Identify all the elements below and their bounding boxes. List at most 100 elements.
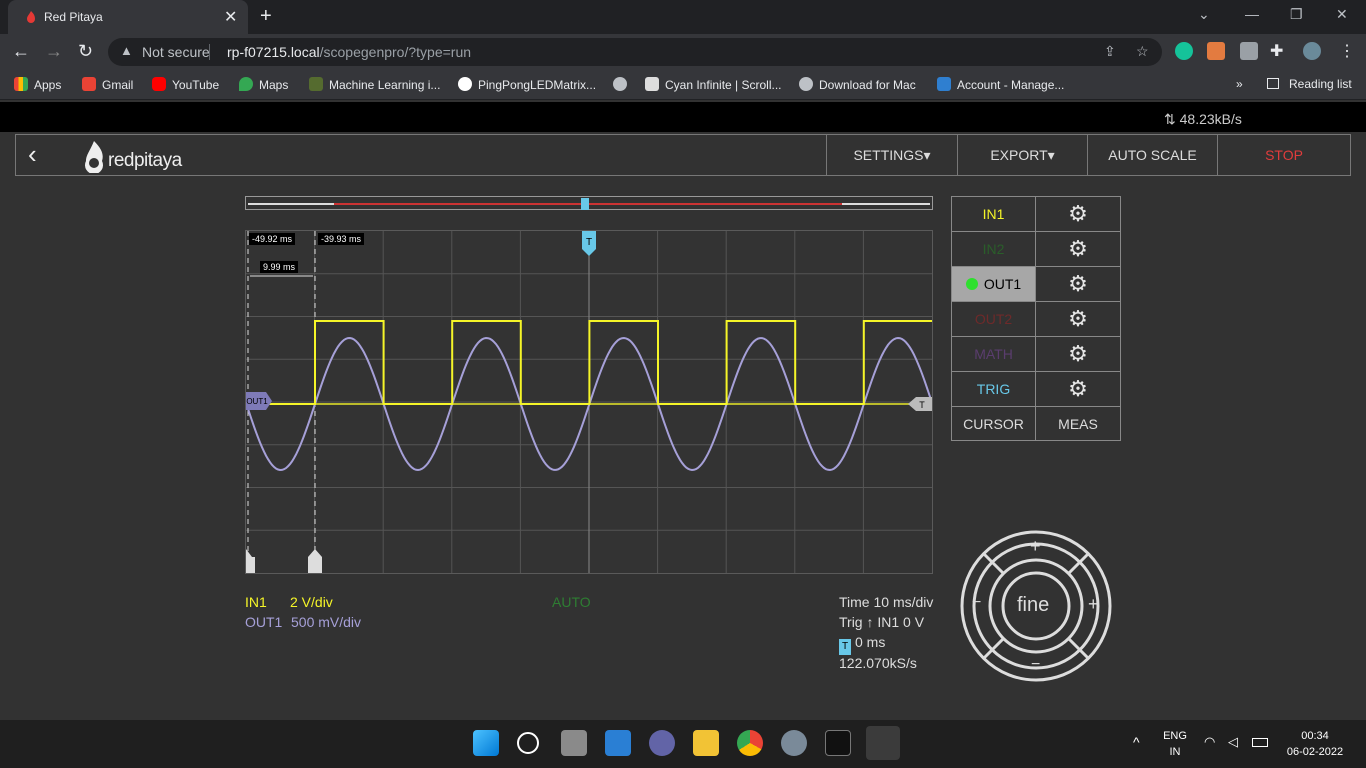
in1-settings-gear-icon[interactable]: ⚙ — [1036, 197, 1120, 231]
bookmarks-overflow-icon[interactable]: » — [1236, 77, 1243, 91]
cursor-button[interactable]: CURSOR — [952, 407, 1036, 441]
increment-right-button[interactable]: + — [1088, 594, 1099, 615]
cursor-x1-label[interactable]: -49.92 ms — [249, 233, 296, 245]
close-tab-icon[interactable]: ✕ — [224, 7, 237, 27]
channel-trig-button[interactable]: TRIG — [952, 372, 1036, 406]
buffer-bar-graphic — [248, 198, 930, 210]
snipping-tool-icon[interactable] — [866, 726, 900, 760]
trig-settings-gear-icon[interactable]: ⚙ — [1036, 372, 1120, 406]
reading-list[interactable]: Reading list — [1267, 77, 1352, 91]
warning-icon[interactable]: ▲ — [120, 43, 133, 58]
url-host: rp-f07215.local — [227, 44, 320, 60]
settings-gear-icon[interactable] — [781, 730, 807, 756]
tab-red-pitaya[interactable]: Red Pitaya ✕ — [8, 0, 248, 34]
bookmark-maps[interactable]: Maps — [239, 77, 288, 92]
forward-arrow-icon[interactable]: → — [45, 41, 63, 62]
trigger-offset-value: 0 ms — [855, 634, 886, 650]
decrement-down-button[interactable]: − — [1031, 656, 1040, 674]
chrome-icon[interactable] — [737, 730, 763, 756]
tab-search-icon[interactable]: ⌄ — [1198, 6, 1210, 23]
share-icon[interactable]: ⇪ — [1104, 43, 1116, 60]
teams-chat-icon[interactable] — [649, 730, 675, 756]
redpitaya-favicon-icon — [27, 11, 35, 23]
restore-icon[interactable]: ❐ — [1290, 6, 1303, 23]
globe-icon — [799, 77, 813, 91]
status-bar: ⇅ 48.23kB/s — [0, 102, 1366, 132]
profile-avatar[interactable] — [1303, 42, 1321, 60]
clock-date[interactable]: 06-02-2022 — [1280, 746, 1350, 758]
out1-settings-gear-icon[interactable]: ⚙ — [1036, 267, 1120, 301]
out2-settings-gear-icon[interactable]: ⚙ — [1036, 302, 1120, 336]
meas-button[interactable]: MEAS — [1036, 407, 1120, 441]
bookmark-star-icon[interactable]: ☆ — [1136, 43, 1149, 60]
reading-list-icon — [1267, 78, 1279, 89]
bookmark-gmail[interactable]: Gmail — [82, 77, 133, 92]
bookmarks-bar: Apps Gmail YouTube Maps Machine Learning… — [0, 70, 1366, 100]
reload-icon[interactable]: ↻ — [78, 41, 93, 62]
extension-icon[interactable] — [1207, 42, 1225, 60]
trigger-mode: AUTO — [552, 594, 591, 610]
language-in[interactable]: IN — [1160, 746, 1190, 758]
cursor-x2-label[interactable]: -39.93 ms — [318, 233, 365, 245]
bookmark-account[interactable]: Account - Manage... — [937, 77, 1064, 92]
bookmark-label: Gmail — [102, 78, 134, 92]
oscilloscope-plot[interactable]: T T OUT1 -49.92 ms -39.93 ms 9.99 ms — [245, 230, 933, 574]
channel-row-in1: IN1 ⚙ — [952, 197, 1120, 232]
puzzle-extensions-icon[interactable]: ✚ — [1270, 41, 1283, 61]
bookmark-label: Maps — [259, 78, 289, 92]
file-explorer-icon[interactable] — [693, 730, 719, 756]
reading-list-label: Reading list — [1289, 77, 1352, 91]
extension-2-icon[interactable] — [1240, 42, 1258, 60]
channel-math-button[interactable]: MATH — [952, 337, 1036, 371]
windows-start-icon[interactable] — [473, 730, 499, 756]
grammarly-icon[interactable] — [1175, 42, 1193, 60]
not-secure-label[interactable]: Not secure — [142, 44, 210, 60]
stop-button[interactable]: STOP — [1217, 135, 1350, 175]
channel-out2-button[interactable]: OUT2 — [952, 302, 1036, 336]
waveform-canvas: T T OUT1 — [245, 231, 933, 573]
bookmark-youtube[interactable]: YouTube — [152, 77, 219, 92]
coursera-icon — [309, 77, 323, 91]
bookmark-machine-learning[interactable]: Machine Learning i... — [309, 77, 440, 92]
bookmark-download-mac[interactable]: Download for Mac — [799, 77, 916, 92]
minimize-icon[interactable]: — — [1245, 6, 1259, 22]
new-tab-icon[interactable]: + — [260, 5, 272, 28]
bookmark-cyan-infinite[interactable]: Cyan Infinite | Scroll... — [645, 77, 782, 92]
task-view-icon[interactable] — [561, 730, 587, 756]
widgets-icon[interactable] — [605, 730, 631, 756]
buffer-position-bar[interactable] — [245, 196, 933, 210]
bookmark-pingpong[interactable]: PingPongLEDMatrix... — [458, 77, 596, 92]
back-chevron-icon[interactable]: ‹ — [28, 139, 37, 170]
trigger-level-label: T — [919, 400, 925, 410]
bookmark-apps[interactable]: Apps — [14, 77, 61, 92]
url-text[interactable]: rp-f07215.local/scopegenpro/?type=run — [227, 44, 471, 60]
back-arrow-icon[interactable]: ← — [12, 41, 30, 62]
close-window-icon[interactable]: ✕ — [1336, 6, 1348, 23]
wifi-icon[interactable]: ◠ — [1204, 734, 1215, 750]
channel-out1-button[interactable]: OUT1 — [952, 267, 1036, 301]
battery-icon[interactable] — [1252, 738, 1268, 747]
channel-row-tools: CURSOR MEAS — [952, 407, 1120, 442]
channel-in1-button[interactable]: IN1 — [952, 197, 1036, 231]
clock-time[interactable]: 00:34 — [1280, 730, 1350, 742]
math-settings-gear-icon[interactable]: ⚙ — [1036, 337, 1120, 371]
increment-up-button[interactable]: + — [1030, 536, 1041, 557]
channel-row-out1: OUT1 ⚙ — [952, 267, 1120, 302]
youtube-icon — [152, 77, 166, 91]
export-menu-button[interactable]: EXPORT▾ — [957, 135, 1087, 175]
settings-menu-button[interactable]: SETTINGS▾ — [826, 135, 957, 175]
url-path: /scopegenpro/?type=run — [319, 44, 472, 60]
fine-button[interactable]: fine — [1017, 594, 1049, 617]
decrement-left-button[interactable]: − — [972, 594, 981, 612]
terminal-icon[interactable] — [825, 730, 851, 756]
channel-in2-button[interactable]: IN2 — [952, 232, 1036, 266]
language-eng[interactable]: ENG — [1160, 730, 1190, 742]
volume-icon[interactable]: ◁ — [1228, 734, 1238, 750]
menu-kebab-icon[interactable]: ⋮ — [1339, 41, 1355, 61]
bookmark-globe[interactable] — [613, 77, 633, 92]
search-icon[interactable] — [517, 732, 539, 754]
in2-settings-gear-icon[interactable]: ⚙ — [1036, 232, 1120, 266]
address-bar[interactable]: ▲ Not secure rp-f07215.local/scopegenpro… — [108, 38, 1162, 66]
tray-chevron-icon[interactable]: ^ — [1133, 734, 1140, 750]
auto-scale-button[interactable]: AUTO SCALE — [1087, 135, 1217, 175]
